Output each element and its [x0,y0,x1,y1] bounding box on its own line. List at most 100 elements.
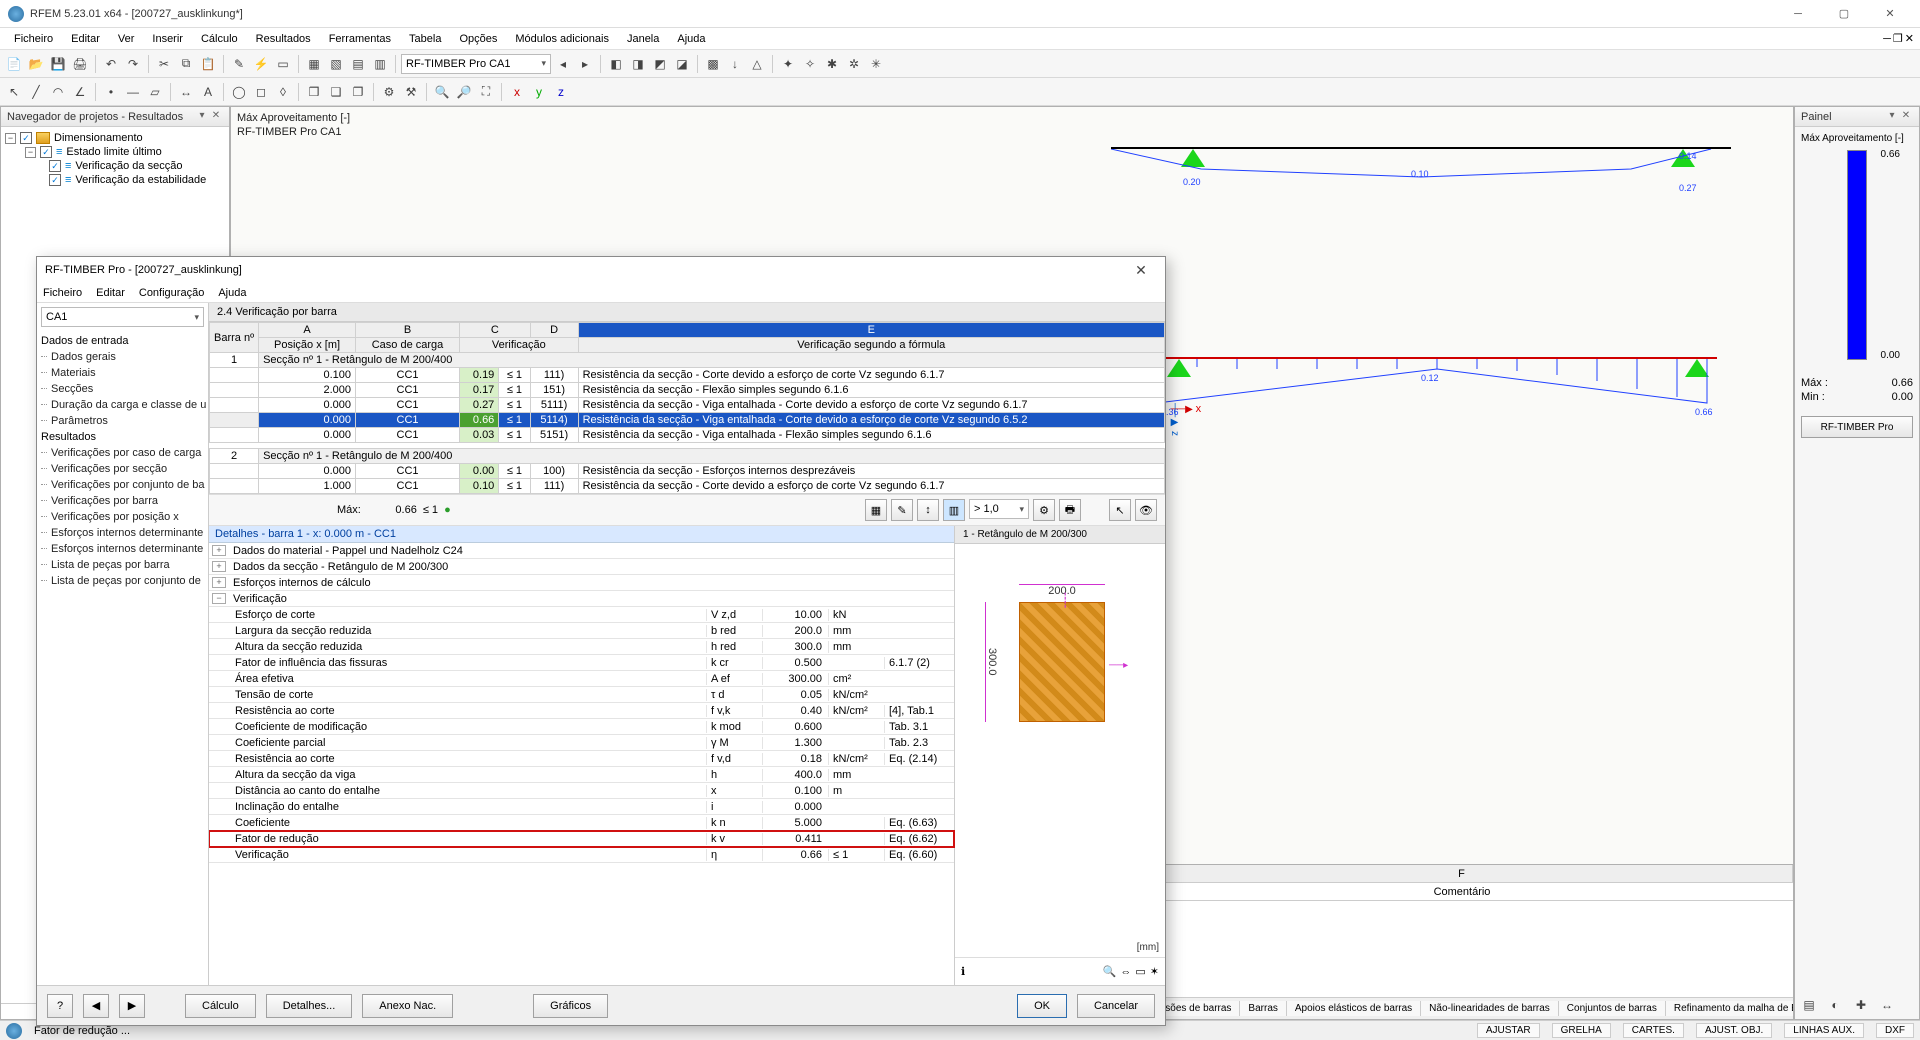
flash-icon[interactable]: ⚡ [251,54,271,74]
view4-icon[interactable]: ▥ [370,54,390,74]
help-button[interactable]: ? [47,994,73,1018]
filter-btn-2[interactable]: ✎ [891,499,913,521]
module-button[interactable]: RF-TIMBER Pro [1801,416,1913,438]
nav-item[interactable]: Secções [37,381,208,397]
tab-barras[interactable]: Barras [1240,1001,1286,1016]
panel-icon-4[interactable]: ↔ [1877,995,1897,1015]
cs-btn-1[interactable]: 🔍 [1103,965,1117,978]
nav-item[interactable]: Esforços internos determinante [37,525,208,541]
cube2-icon[interactable]: ❑ [326,82,346,102]
detail-row[interactable]: Tensão de corteτ d0.05kN/cm² [209,687,954,703]
panel-close-icon[interactable]: ✕ [1899,110,1913,124]
details-group[interactable]: −Verificação [209,591,954,607]
comment-cell[interactable] [1131,901,1793,997]
nav-next-icon[interactable]: ▸ [575,54,595,74]
zoom-fit-icon[interactable]: ⛶ [476,82,496,102]
status-ajustobj[interactable]: AJUST. OBJ. [1696,1023,1772,1038]
edit-icon[interactable]: ✎ [229,54,249,74]
res3-icon[interactable]: ◩ [650,54,670,74]
menu-resultados[interactable]: Resultados [248,31,319,47]
menu-modulos[interactable]: Módulos adicionais [507,31,617,47]
mdi-minimize-button[interactable]: ─ [1883,33,1891,45]
status-cartes[interactable]: CARTES. [1623,1023,1684,1038]
detail-row[interactable]: Altura da secção reduzidah red300.0mm [209,639,954,655]
panel-close-icon[interactable]: ✕ [209,110,223,124]
node-icon[interactable]: • [101,82,121,102]
redo-icon[interactable]: ↷ [123,54,143,74]
tree-check-icon[interactable]: ✓ [49,160,61,172]
result-row[interactable]: 2.000CC10.17≤ 1151)Resistência da secção… [210,383,1165,398]
nav-item[interactable]: Verificações por caso de carga [37,445,208,461]
collapse-icon[interactable]: − [212,593,226,604]
filter-btn-4[interactable]: ▥ [943,499,965,521]
misc2-icon[interactable]: ✧ [800,54,820,74]
details-group[interactable]: +Dados do material - Pappel und Nadelhol… [209,543,954,559]
filter-combo[interactable]: > 1,0 [969,499,1029,519]
status-linhasaux[interactable]: LINHAS AUX. [1784,1023,1864,1038]
copy-icon[interactable]: ⧉ [176,54,196,74]
line-icon[interactable]: ╱ [26,82,46,102]
menu-editar[interactable]: Editar [63,31,108,47]
view1-icon[interactable]: ▦ [304,54,324,74]
filter-btn-5[interactable]: ⚙ [1033,499,1055,521]
zoom-out-icon[interactable]: 🔎 [454,82,474,102]
results-grid-wrap[interactable]: Barra nº A B C D E Posição x [m] Caso de… [209,322,1165,494]
tool2-icon[interactable]: ⚒ [401,82,421,102]
zoom-in-icon[interactable]: 🔍 [432,82,452,102]
minimize-button[interactable]: ─ [1776,2,1820,26]
menu-janela[interactable]: Janela [619,31,667,47]
tree-check-icon[interactable]: ✓ [49,174,61,186]
detail-row[interactable]: Verificaçãoη0.66 ≤ 1Eq. (6.60) [209,847,954,863]
misc3-icon[interactable]: ✱ [822,54,842,74]
mdi-close-button[interactable]: ✕ [1905,32,1914,45]
mesh-icon[interactable]: ▩ [703,54,723,74]
status-grelha[interactable]: GRELHA [1552,1023,1611,1038]
open-icon[interactable]: 📂 [26,54,46,74]
tab-apoios[interactable]: Apoios elásticos de barras [1287,1001,1421,1016]
next-button[interactable]: ▶ [119,994,145,1018]
panel-icon-1[interactable]: ▤ [1799,995,1819,1015]
support-icon[interactable]: △ [747,54,767,74]
dlg-menu-ajuda[interactable]: Ajuda [218,287,246,299]
tree-label[interactable]: Dimensionamento [54,132,143,144]
menu-inserir[interactable]: Inserir [144,31,191,47]
nav-item[interactable]: Parâmetros [37,413,208,429]
load-icon[interactable]: ↓ [725,54,745,74]
text-icon[interactable]: A [198,82,218,102]
axis-x-icon[interactable]: x [507,82,527,102]
misc5-icon[interactable]: ✳ [866,54,886,74]
menu-ferramentas[interactable]: Ferramentas [321,31,399,47]
module-combo[interactable]: RF-TIMBER Pro CA1 [401,54,551,74]
dlg-menu-ficheiro[interactable]: Ficheiro [43,287,82,299]
tree-toggle-icon[interactable]: − [25,147,36,158]
detail-row[interactable]: Coeficientek n5.000Eq. (6.63) [209,815,954,831]
menu-opcoes[interactable]: Opções [451,31,505,47]
menu-ver[interactable]: Ver [110,31,143,47]
menu-calculo[interactable]: Cálculo [193,31,246,47]
status-dxf[interactable]: DXF [1876,1023,1914,1038]
shape1-icon[interactable]: ◯ [229,82,249,102]
view3-icon[interactable]: ▤ [348,54,368,74]
tab-conjuntos[interactable]: Conjuntos de barras [1559,1001,1666,1016]
dlg-menu-editar[interactable]: Editar [96,287,125,299]
calc-button[interactable]: Cálculo [185,994,256,1018]
detail-row[interactable]: Coeficiente parcialγ M1.300Tab. 2.3 [209,735,954,751]
prev-button[interactable]: ◀ [83,994,109,1018]
menu-ficheiro[interactable]: Ficheiro [6,31,61,47]
detail-row[interactable]: Largura da secção reduzidab red200.0mm [209,623,954,639]
expand-icon[interactable]: + [212,577,226,588]
expand-icon[interactable]: + [212,545,226,556]
detail-row[interactable]: Fator de reduçãok v0.411Eq. (6.62) [209,831,954,847]
cut-icon[interactable]: ✂ [154,54,174,74]
menu-ajuda[interactable]: Ajuda [669,31,713,47]
tree-label[interactable]: Estado limite último [66,146,161,158]
anexo-button[interactable]: Anexo Nac. [362,994,453,1018]
details-group[interactable]: +Esforços internos de cálculo [209,575,954,591]
cs-btn-3[interactable]: ▭ [1135,965,1145,978]
res2-icon[interactable]: ◨ [628,54,648,74]
nav-item[interactable]: Verificações por posição x [37,509,208,525]
panel-pin-icon[interactable]: ▾ [195,110,209,124]
result-row[interactable]: 0.100CC10.19≤ 1111)Resistência da secção… [210,368,1165,383]
info-button[interactable]: ℹ [961,965,965,978]
details-group[interactable]: +Dados da secção - Retângulo de M 200/30… [209,559,954,575]
